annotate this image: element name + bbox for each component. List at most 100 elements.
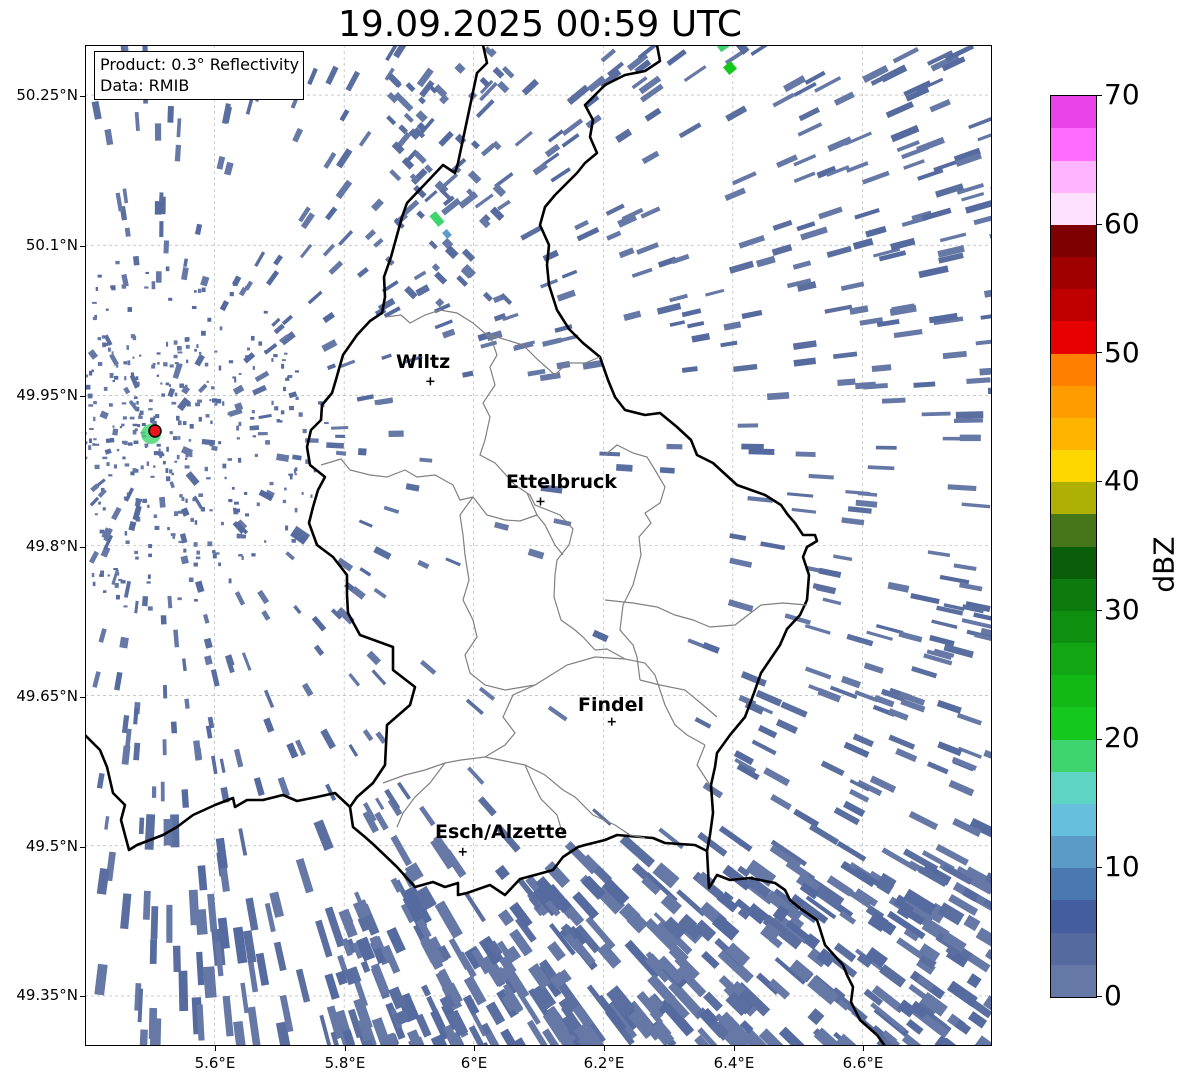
echo-cell [191,305,197,310]
colorbar-segment [1051,643,1096,676]
echo-cell [219,758,226,774]
echo-cell [979,366,992,376]
echo-cell [547,129,564,143]
lat-tick-label: 50.25°N [16,86,78,104]
echo-cell [497,909,515,927]
echo-cell [323,151,337,169]
echo-cell [328,260,344,275]
echo-cell [470,140,480,150]
echo-cell [129,416,135,420]
echo-cell [88,404,94,407]
echo-cell [456,275,469,287]
echo-cell [547,705,568,722]
city-label-esch-alzette: Esch/Alzette [435,821,568,843]
echo-cell [233,1020,247,1046]
echo-cell [302,429,307,434]
echo-cell [405,483,420,492]
echo-cell [134,111,140,132]
echo-cell [147,504,150,508]
echo-cell [186,359,189,364]
colorbar-tick [1096,996,1102,997]
echo-cell [256,502,260,507]
echo-cell [111,506,122,521]
echo-cell [92,671,101,688]
echo-cell [766,392,790,401]
echo-cell [111,569,119,586]
echo-cell [134,600,139,614]
colorbar-segment [1051,964,1096,997]
echo-cell [356,266,369,278]
echo-cell [419,659,437,675]
echo-cell [326,442,344,449]
echo-cell [348,672,361,687]
echo-cell [763,767,791,787]
echo-cell [964,199,992,214]
echo-cell [168,297,173,301]
echo-cell [183,258,189,268]
colorbar-tick [1096,223,1102,225]
radar-map[interactable] [85,45,992,1046]
echo-cell [701,950,720,970]
echo-cell [125,540,130,544]
echo-cell [574,219,589,231]
echo-cell [112,425,115,428]
echo-cell [757,724,778,739]
colorbar-segment [1051,675,1096,708]
echo-cell [228,578,232,584]
echo-cell [826,245,852,258]
echo-cell [322,243,336,257]
echo-cell [273,941,287,972]
echo-cell [201,287,206,293]
echo-cell [413,150,427,165]
echo-cell [155,271,162,283]
echo-cell [91,572,95,578]
echo-cell [286,742,299,759]
echo-cell [165,382,170,386]
echo-cell [618,247,635,259]
echo-cell [780,701,808,718]
echo-cell [94,963,108,996]
echo-cell [837,378,856,387]
echo-cell [218,441,222,445]
echo-cell [416,210,425,219]
echo-cell [833,91,855,106]
echo-cell [151,281,156,290]
echo-cell [855,499,878,508]
echo-cell [241,555,244,560]
echo-cell [234,378,237,383]
echo-cell [417,559,430,570]
echo-cell [911,666,938,679]
echo-cell [321,339,338,352]
echo-cell [169,364,174,368]
echo-cell [247,1006,261,1046]
echo-cell [383,505,400,514]
echo-cell [173,340,178,345]
echo-cell [127,360,131,366]
echo-cell [174,392,178,397]
echo-cell [419,457,433,463]
echo-cell [92,316,97,321]
echo-cell [179,383,185,388]
echo-cell [285,525,289,531]
echo-cell [142,498,148,503]
lon-tick-label: 6.6°E [842,1054,884,1072]
echo-cell [154,123,162,141]
echo-cell [660,893,682,915]
echo-cell [97,337,102,341]
echo-cell [818,206,843,220]
echo-cell [897,999,917,1018]
echo-cell [177,351,183,354]
echo-cell [714,45,730,53]
colorbar-tick-label: 60 [1104,207,1140,240]
echo-cell [388,430,404,437]
echo-cell [121,745,131,765]
echo-cell [219,300,230,312]
colorbar-segment [1051,803,1096,837]
echo-cell [118,578,123,582]
echo-cell [195,402,201,407]
page-title: 19.09.2025 00:59 UTC [337,4,743,45]
echo-cell [315,919,333,958]
echo-cell [107,347,111,352]
echo-cell [840,281,865,291]
echo-cell [184,465,190,469]
